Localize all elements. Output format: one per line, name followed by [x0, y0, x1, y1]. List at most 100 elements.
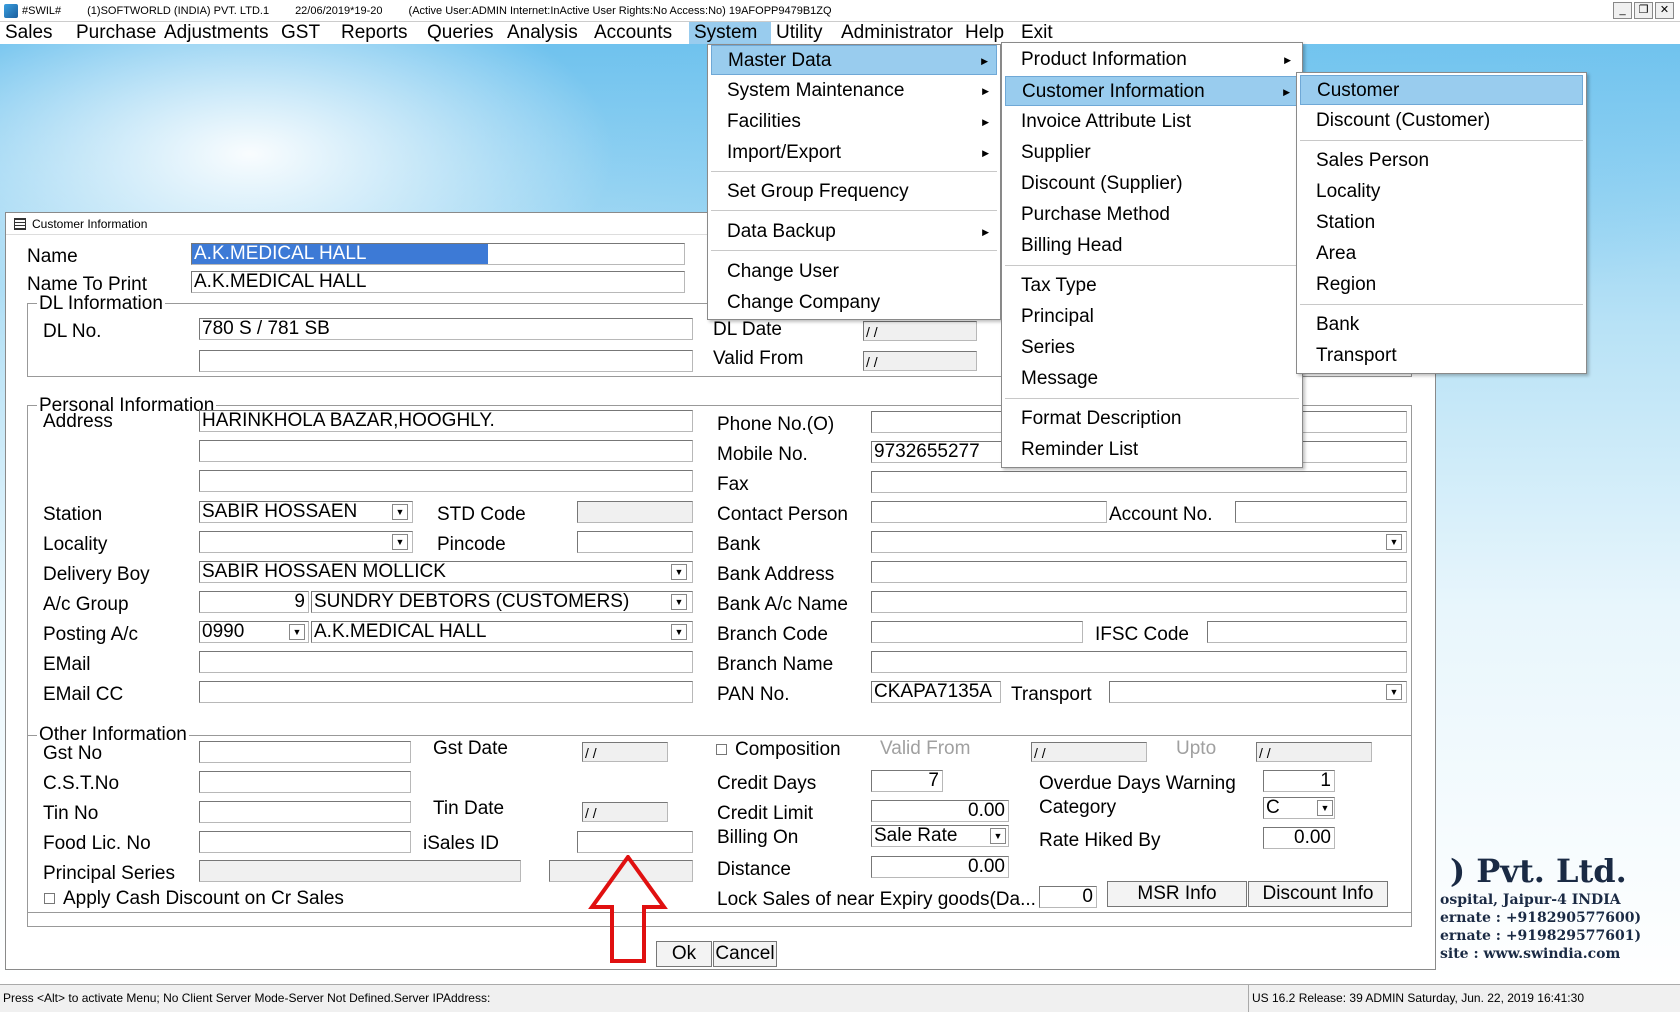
menu-administrator[interactable]: Administrator	[836, 22, 960, 44]
overdue-days-input[interactable]: 1	[1263, 770, 1335, 792]
minimize-icon[interactable]: _	[1613, 2, 1632, 19]
menu-item-series[interactable]: Series	[1005, 333, 1299, 363]
fax-input[interactable]	[871, 471, 1407, 493]
menu-item-tax-type[interactable]: Tax Type	[1005, 271, 1299, 301]
principal-series-input[interactable]	[199, 860, 521, 882]
address-line-3-input[interactable]	[199, 470, 693, 492]
gst-no-input[interactable]	[199, 741, 411, 763]
distance-input[interactable]: 0.00	[871, 856, 1009, 878]
posting-ac-select[interactable]: A.K.MEDICAL HALL	[311, 621, 693, 643]
credit-limit-input[interactable]: 0.00	[871, 800, 1009, 822]
menu-item-region[interactable]: Region	[1300, 270, 1583, 300]
locality-dropdown-icon[interactable]: ▼	[392, 534, 408, 550]
menu-item-change-user[interactable]: Change User	[711, 257, 997, 287]
transport-select[interactable]	[1109, 681, 1407, 703]
menu-item-bank[interactable]: Bank	[1300, 310, 1583, 340]
name-input[interactable]: A.K.MEDICAL HALL	[191, 243, 685, 265]
food-lic-input[interactable]	[199, 831, 411, 853]
cst-no-input[interactable]	[199, 771, 411, 793]
menu-queries[interactable]: Queries	[422, 22, 502, 44]
restore-icon[interactable]: ❐	[1634, 2, 1653, 19]
menu-item-facilities[interactable]: Facilities ▶	[711, 107, 997, 137]
bank-select[interactable]	[871, 531, 1407, 553]
menu-item-invoice-attribute-list[interactable]: Invoice Attribute List	[1005, 107, 1299, 137]
menu-item-message[interactable]: Message	[1005, 364, 1299, 394]
pan-input[interactable]: CKAPA7135A	[871, 681, 1001, 703]
category-dropdown-icon[interactable]: ▼	[1317, 800, 1333, 816]
menu-gst[interactable]: GST	[276, 22, 336, 44]
std-code-input[interactable]	[577, 501, 693, 523]
menu-item-transport[interactable]: Transport	[1300, 341, 1583, 371]
composition-upto-input[interactable]: / /	[1256, 742, 1372, 762]
bank-ac-name-input[interactable]	[871, 591, 1407, 613]
delivery-boy-dropdown-icon[interactable]: ▼	[671, 564, 687, 580]
menu-help[interactable]: Help	[960, 22, 1016, 44]
ac-group-dropdown-icon[interactable]: ▼	[671, 594, 687, 610]
menu-reports[interactable]: Reports	[336, 22, 422, 44]
menu-item-customer[interactable]: Customer	[1300, 75, 1583, 105]
menu-item-supplier[interactable]: Supplier	[1005, 138, 1299, 168]
contact-person-input[interactable]	[871, 501, 1107, 523]
tin-no-input[interactable]	[199, 801, 411, 823]
menu-item-format-description[interactable]: Format Description	[1005, 404, 1299, 434]
menu-item-station[interactable]: Station	[1300, 208, 1583, 238]
locality-select[interactable]	[199, 531, 413, 553]
menu-analysis[interactable]: Analysis	[502, 22, 589, 44]
menu-accounts[interactable]: Accounts	[589, 22, 689, 44]
msr-info-button[interactable]: MSR Info	[1107, 881, 1247, 907]
menu-exit[interactable]: Exit	[1016, 22, 1066, 44]
menu-item-set-group-frequency[interactable]: Set Group Frequency	[711, 177, 997, 207]
billing-on-dropdown-icon[interactable]: ▼	[990, 828, 1006, 844]
transport-dropdown-icon[interactable]: ▼	[1386, 684, 1402, 700]
name-to-print-input[interactable]: A.K.MEDICAL HALL	[191, 271, 685, 293]
rate-hiked-input[interactable]: 0.00	[1263, 827, 1335, 849]
menu-item-master-data[interactable]: Master Data ▶	[711, 45, 997, 75]
tin-date-input[interactable]: / /	[582, 802, 668, 822]
posting-ac-code-dropdown-icon[interactable]: ▼	[289, 624, 305, 640]
menu-item-billing-head[interactable]: Billing Head	[1005, 231, 1299, 261]
cancel-button[interactable]: Cancel	[713, 941, 777, 967]
dl-no-input[interactable]: 780 S / 781 SB	[199, 318, 693, 340]
menu-item-customer-information[interactable]: Customer Information ▶	[1005, 76, 1299, 106]
email-input[interactable]	[199, 651, 693, 673]
composition-checkbox[interactable]	[716, 744, 727, 755]
delivery-boy-select[interactable]: SABIR HOSSAEN MOLLICK	[199, 561, 693, 583]
menu-item-area[interactable]: Area	[1300, 239, 1583, 269]
menu-item-reminder-list[interactable]: Reminder List	[1005, 435, 1299, 465]
isales-id-input[interactable]	[577, 831, 693, 853]
branch-name-input[interactable]	[871, 651, 1407, 673]
menu-item-product-information[interactable]: Product Information ▶	[1005, 45, 1299, 75]
composition-valid-from-input[interactable]: / /	[1031, 742, 1147, 762]
ac-group-select[interactable]: SUNDRY DEBTORS (CUSTOMERS)	[311, 591, 693, 613]
dl-no-2-input[interactable]	[199, 350, 693, 372]
menu-sales[interactable]: Sales	[0, 22, 71, 44]
valid-from-input[interactable]: / /	[863, 351, 977, 371]
discount-info-button[interactable]: Discount Info	[1248, 881, 1388, 907]
close-icon[interactable]: ✕	[1655, 2, 1674, 19]
menu-utility[interactable]: Utility	[771, 22, 836, 44]
station-dropdown-icon[interactable]: ▼	[392, 504, 408, 520]
menu-item-change-company[interactable]: Change Company	[711, 288, 997, 318]
menu-item-import-export[interactable]: Import/Export ▶	[711, 138, 997, 168]
gst-date-input[interactable]: / /	[582, 742, 668, 762]
address-line-2-input[interactable]	[199, 440, 693, 462]
ifsc-code-input[interactable]	[1207, 621, 1407, 643]
station-select[interactable]: SABIR HOSSAEN	[199, 501, 413, 523]
menu-system[interactable]: System	[689, 22, 771, 44]
credit-days-input[interactable]: 7	[871, 770, 943, 792]
branch-code-input[interactable]	[871, 621, 1083, 643]
menu-item-purchase-method[interactable]: Purchase Method	[1005, 200, 1299, 230]
menu-purchase[interactable]: Purchase	[71, 22, 159, 44]
dl-date-input[interactable]: / /	[863, 321, 977, 341]
pincode-input[interactable]	[577, 531, 693, 553]
posting-ac-dropdown-icon[interactable]: ▼	[671, 624, 687, 640]
menu-item-sales-person[interactable]: Sales Person	[1300, 146, 1583, 176]
email-cc-input[interactable]	[199, 681, 693, 703]
bank-dropdown-icon[interactable]: ▼	[1386, 534, 1402, 550]
address-line-1-input[interactable]: HARINKHOLA BAZAR,HOOGHLY.	[199, 410, 693, 432]
menu-item-principal[interactable]: Principal	[1005, 302, 1299, 332]
ac-group-code-input[interactable]: 9	[199, 591, 309, 613]
menu-item-locality[interactable]: Locality	[1300, 177, 1583, 207]
apply-cash-discount-checkbox[interactable]	[44, 893, 55, 904]
account-no-input[interactable]	[1235, 501, 1407, 523]
